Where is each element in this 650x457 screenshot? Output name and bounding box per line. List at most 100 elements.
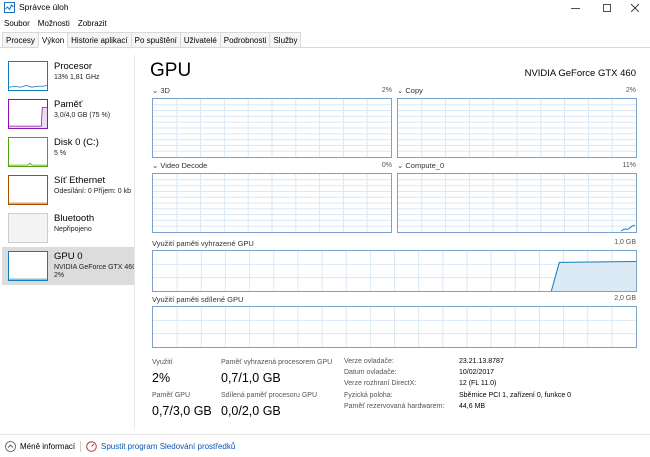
maximize-button[interactable] xyxy=(592,0,622,16)
menu-file[interactable]: Soubor xyxy=(0,16,34,32)
shared-memory-max: 2,0 GB xyxy=(614,295,636,302)
sidebar-cpu-sub: 13% 1,81 GHz xyxy=(54,74,100,81)
shared-memory-graph xyxy=(152,306,637,348)
driver-date-value: 10/02/2017 xyxy=(459,369,495,376)
minimize-icon xyxy=(570,7,580,9)
sidebar-item-disk[interactable]: Disk 0 (C:) 5 % xyxy=(2,133,134,171)
tab-processes[interactable]: Procesy xyxy=(2,32,39,47)
engine-3d-pct: 2% xyxy=(381,87,392,94)
driver-version-value: 23.21.13.8787 xyxy=(459,358,504,365)
engine-video-decode-selector[interactable]: ⌄ Video Decode xyxy=(152,161,207,170)
footer-separator xyxy=(80,441,81,452)
tab-users[interactable]: Uživatelé xyxy=(179,32,221,47)
shared-memory-label: Využití paměti sdílené GPU xyxy=(152,295,244,304)
less-info-button[interactable]: Méně informací xyxy=(5,441,75,452)
sidebar-ethernet-title: Síť Ethernet xyxy=(54,175,106,186)
engine-video-decode-label: Video Decode xyxy=(160,161,208,170)
bluetooth-thumbnail xyxy=(8,213,48,243)
disk-thumbnail xyxy=(8,137,48,167)
engine-compute-graph xyxy=(397,173,637,233)
less-info-label: Méně informací xyxy=(20,442,76,451)
tab-services[interactable]: Služby xyxy=(269,32,302,47)
sidebar-item-bluetooth[interactable]: Bluetooth Nepřipojeno xyxy=(2,209,134,247)
graph-gridlines xyxy=(398,174,636,232)
sidebar-memory-sub: 3,0/4,0 GB (75 %) xyxy=(54,112,111,119)
sidebar-ethernet-sub: Odesílání: 0 Příjem: 0 kb xyxy=(54,188,132,195)
graph-gridlines xyxy=(398,99,636,157)
sidebar-bluetooth-sub: Nepřipojeno xyxy=(54,226,92,233)
engine-3d-label: 3D xyxy=(160,86,170,95)
reserved-memory-key: Paměť rezervovaná hardwarem: xyxy=(344,403,445,410)
window-title: Správce úloh xyxy=(19,2,69,12)
tab-details[interactable]: Podrobnosti xyxy=(219,32,271,47)
tab-app-history[interactable]: Historie aplikací xyxy=(67,32,132,47)
tab-bar: Procesy Výkon Historie aplikací Po spušt… xyxy=(0,32,650,48)
directx-version-value: 12 (FL 11.0) xyxy=(459,380,497,387)
task-manager-icon xyxy=(4,2,15,13)
sidebar-item-gpu[interactable]: GPU 0 NVIDIA GeForce GTX 460 2% xyxy=(2,247,134,285)
resource-monitor-link[interactable]: Spustit program Sledování prostředků xyxy=(86,441,235,452)
engine-copy-selector[interactable]: ⌄ Copy xyxy=(397,86,423,95)
sidebar-gpu-title: GPU 0 xyxy=(54,251,83,262)
sidebar-cpu-title: Procesor xyxy=(54,61,93,72)
engine-video-decode-graph xyxy=(152,173,392,233)
footer-bar: Méně informací Spustit program Sledování… xyxy=(0,434,650,457)
cpu-thumbnail xyxy=(8,61,48,91)
gpu-memory-value: 0,7/3,0 GB xyxy=(152,404,212,418)
gpu-thumbnail xyxy=(8,251,48,281)
sidebar-gpu-sub: NVIDIA GeForce GTX 460 xyxy=(54,264,134,271)
maximize-icon xyxy=(603,4,611,12)
resource-monitor-label: Spustit program Sledování prostředků xyxy=(101,442,236,451)
graph-gridlines xyxy=(153,99,391,157)
dedicated-memory-stat-value: 0,7/1,0 GB xyxy=(221,371,281,385)
sidebar-bluetooth-title: Bluetooth xyxy=(54,213,95,224)
reserved-memory-value: 44,6 MB xyxy=(459,403,486,410)
driver-version-key: Verze ovladače: xyxy=(344,358,394,365)
engine-copy-pct: 2% xyxy=(625,87,636,94)
sidebar-disk-sub: 5 % xyxy=(54,150,67,157)
directx-version-key: Verze rozhraní DirectX: xyxy=(344,380,417,387)
sidebar-item-cpu[interactable]: Procesor 13% 1,81 GHz xyxy=(2,57,134,95)
gpu-model-name: NVIDIA GeForce GTX 460 xyxy=(524,68,636,79)
engine-3d-selector[interactable]: ⌄ 3D xyxy=(152,86,170,95)
ethernet-thumbnail xyxy=(8,175,48,205)
menu-bar: Soubor Možnosti Zobrazit xyxy=(0,16,650,32)
physical-location-key: Fyzická poloha: xyxy=(344,392,393,399)
tab-performance[interactable]: Výkon xyxy=(37,32,69,48)
engine-compute-selector[interactable]: ⌄ Compute_0 xyxy=(397,161,444,170)
sidebar-gpu-sub2: 2% xyxy=(54,272,65,279)
sidebar-memory-title: Paměť xyxy=(54,99,83,110)
chevron-up-circle-icon xyxy=(5,441,16,452)
memory-thumbnail xyxy=(8,99,48,129)
dedicated-memory-label: Využití paměti vyhrazené GPU xyxy=(152,239,254,248)
shared-memory-stat-label: Sdílená paměť procesoru GPU xyxy=(221,392,318,399)
engine-video-decode-pct: 0% xyxy=(381,162,392,169)
dedicated-memory-max: 1,0 GB xyxy=(614,239,636,246)
graph-gridlines xyxy=(153,174,391,232)
close-button[interactable] xyxy=(620,0,650,16)
dedicated-memory-stat-label: Paměť vyhrazená procesorem GPU xyxy=(221,359,333,366)
engine-3d-graph xyxy=(152,98,392,158)
sidebar-disk-title: Disk 0 (C:) xyxy=(54,137,99,148)
menu-view[interactable]: Zobrazit xyxy=(74,16,111,32)
title-bar: Správce úloh xyxy=(0,0,650,16)
engine-compute-label: Compute_0 xyxy=(405,161,445,170)
menu-options[interactable]: Možnosti xyxy=(34,16,74,32)
engine-compute-pct: 11% xyxy=(622,162,637,169)
engine-copy-label: Copy xyxy=(405,86,423,95)
utilization-label: Využití xyxy=(152,359,173,366)
close-icon xyxy=(631,4,639,12)
performance-sidebar: Procesor 13% 1,81 GHz Paměť 3,0/4,0 GB (… xyxy=(0,55,135,429)
dedicated-memory-graph xyxy=(152,250,637,292)
resource-monitor-icon xyxy=(86,441,97,452)
driver-date-key: Datum ovladače: xyxy=(344,369,397,376)
sidebar-item-memory[interactable]: Paměť 3,0/4,0 GB (75 %) xyxy=(2,95,134,133)
graph-gridlines xyxy=(153,307,636,347)
engine-copy-graph xyxy=(397,98,637,158)
sidebar-item-ethernet[interactable]: Síť Ethernet Odesílání: 0 Příjem: 0 kb xyxy=(2,171,134,209)
gpu-memory-label: Paměť GPU xyxy=(152,392,191,399)
minimize-button[interactable] xyxy=(560,0,590,16)
tab-startup[interactable]: Po spuštění xyxy=(130,32,181,47)
utilization-value: 2% xyxy=(152,371,171,385)
shared-memory-stat-value: 0,0/2,0 GB xyxy=(221,404,281,418)
